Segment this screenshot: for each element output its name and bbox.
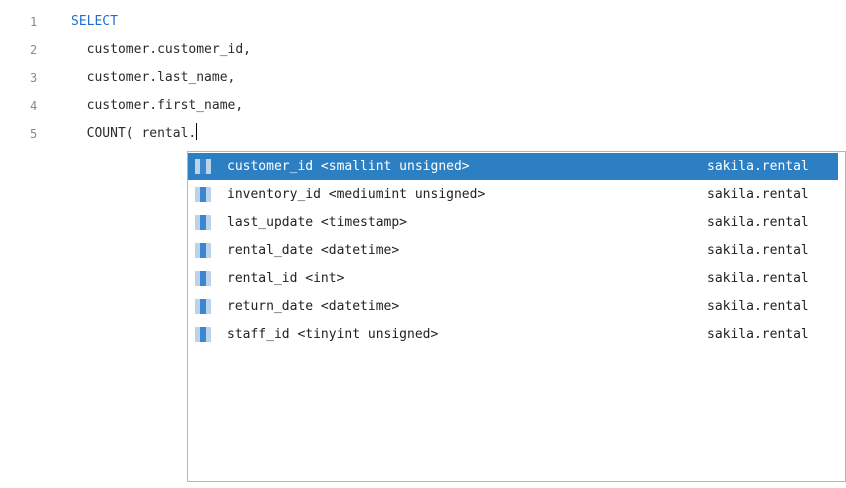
- autocomplete-item-source: sakila.rental: [707, 215, 809, 230]
- code-text[interactable]: customer.customer_id,: [71, 39, 251, 61]
- autocomplete-item-source: sakila.rental: [707, 271, 809, 286]
- autocomplete-item[interactable]: rental_date <datetime> sakila.rental: [188, 237, 838, 264]
- autocomplete-item-source: sakila.rental: [707, 159, 809, 174]
- code-line[interactable]: 2 customer.customer_id,: [0, 39, 846, 61]
- column-icon: [195, 187, 211, 202]
- line-number: 1: [30, 15, 38, 29]
- column-icon: [195, 327, 211, 342]
- autocomplete-item-label: staff_id <tinyint unsigned>: [227, 327, 439, 342]
- autocomplete-item-label: rental_id <int>: [227, 271, 345, 286]
- line-number: 4: [30, 99, 38, 113]
- code-text-with-cursor[interactable]: COUNT( rental.: [71, 123, 198, 145]
- column-icon: [195, 299, 211, 314]
- column-icon: [195, 159, 211, 174]
- autocomplete-item[interactable]: staff_id <tinyint unsigned> sakila.renta…: [188, 321, 838, 348]
- autocomplete-item-label: return_date <datetime>: [227, 299, 400, 314]
- code-line[interactable]: 4 customer.first_name,: [0, 95, 846, 117]
- code-text: COUNT( rental.: [71, 126, 197, 141]
- autocomplete-item[interactable]: return_date <datetime> sakila.rental: [188, 293, 838, 320]
- column-icon: [195, 271, 211, 286]
- autocomplete-item-source: sakila.rental: [707, 327, 809, 342]
- autocomplete-item-label: rental_date <datetime>: [227, 243, 400, 258]
- column-icon: [195, 243, 211, 258]
- autocomplete-item-source: sakila.rental: [707, 243, 809, 258]
- autocomplete-item-source: sakila.rental: [707, 187, 809, 202]
- code-text[interactable]: SELECT: [71, 11, 118, 33]
- autocomplete-item[interactable]: rental_id <int> sakila.rental: [188, 265, 838, 292]
- autocomplete-item[interactable]: customer_id <smallint unsigned> sakila.r…: [188, 153, 838, 180]
- autocomplete-item-source: sakila.rental: [707, 299, 809, 314]
- code-line[interactable]: 1 SELECT: [0, 11, 846, 33]
- autocomplete-item-label: customer_id <smallint unsigned>: [227, 159, 470, 174]
- code-line[interactable]: 5 COUNT( rental.: [0, 123, 846, 145]
- autocomplete-popup[interactable]: customer_id <smallint unsigned> sakila.r…: [187, 151, 846, 482]
- line-number: 2: [30, 43, 38, 57]
- autocomplete-item-label: inventory_id <mediumint unsigned>: [227, 187, 486, 202]
- code-text[interactable]: customer.first_name,: [71, 95, 244, 117]
- line-number: 3: [30, 71, 38, 85]
- code-text[interactable]: customer.last_name,: [71, 67, 236, 89]
- code-line[interactable]: 3 customer.last_name,: [0, 67, 846, 89]
- autocomplete-item-label: last_update <timestamp>: [227, 215, 408, 230]
- autocomplete-item[interactable]: inventory_id <mediumint unsigned> sakila…: [188, 181, 838, 208]
- text-cursor: [196, 123, 198, 140]
- column-icon: [195, 215, 211, 230]
- autocomplete-item[interactable]: last_update <timestamp> sakila.rental: [188, 209, 838, 236]
- line-number: 5: [30, 127, 38, 141]
